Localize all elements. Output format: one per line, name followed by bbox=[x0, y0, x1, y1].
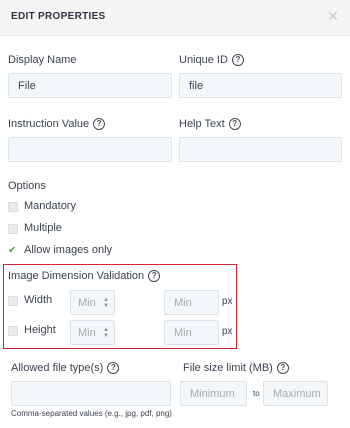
mandatory-label[interactable]: Mandatory bbox=[24, 200, 76, 212]
allowed-file-types-hint: Comma-separated values (e.g., jpg, pdf, … bbox=[11, 409, 172, 418]
height-value-input[interactable]: Min bbox=[164, 320, 219, 345]
width-select-value: Min bbox=[78, 296, 96, 309]
instruction-value-label-text: Instruction Value bbox=[8, 118, 90, 130]
width-min-select[interactable]: Min ▲ ▼ bbox=[70, 290, 115, 315]
allowed-file-types-input[interactable] bbox=[11, 381, 171, 406]
height-unit: px bbox=[222, 326, 233, 337]
height-checkbox[interactable] bbox=[8, 326, 18, 336]
spinner-arrows-icon: ▲ ▼ bbox=[103, 297, 109, 309]
help-icon[interactable]: ? bbox=[93, 118, 106, 130]
dialog-header: EDIT PROPERTIES ✕ bbox=[0, 0, 350, 36]
help-icon[interactable]: ? bbox=[231, 54, 244, 66]
display-name-label: Display Name bbox=[8, 54, 76, 66]
close-icon[interactable]: ✕ bbox=[327, 9, 339, 23]
unique-id-label: Unique ID ? bbox=[179, 54, 244, 66]
display-name-label-text: Display Name bbox=[8, 54, 77, 66]
image-dimension-heading: Image Dimension Validation ? bbox=[8, 270, 161, 282]
image-dimension-heading-text: Image Dimension Validation bbox=[8, 270, 145, 282]
help-icon[interactable]: ? bbox=[107, 362, 120, 374]
multiple-checkbox[interactable] bbox=[8, 224, 18, 234]
width-checkbox[interactable] bbox=[8, 296, 18, 306]
file-size-max-input[interactable]: Maximum bbox=[263, 381, 328, 406]
options-heading: Options bbox=[8, 180, 46, 192]
allowed-file-types-label-text: Allowed file type(s) bbox=[11, 362, 104, 374]
help-icon[interactable]: ? bbox=[228, 118, 241, 130]
file-size-limit-label: File size limit (MB) ? bbox=[183, 362, 289, 374]
width-value-input[interactable]: Min bbox=[164, 290, 219, 315]
file-size-min-input[interactable]: Minimum bbox=[180, 381, 247, 406]
help-text-label-text: Help Text bbox=[179, 118, 225, 130]
help-text-input[interactable] bbox=[179, 137, 342, 162]
width-label[interactable]: Width bbox=[24, 294, 52, 306]
file-size-separator: to bbox=[253, 389, 260, 398]
mandatory-checkbox[interactable] bbox=[8, 202, 18, 212]
height-select-value: Min bbox=[78, 326, 96, 339]
help-icon[interactable]: ? bbox=[148, 270, 161, 282]
allowed-file-types-label: Allowed file type(s) ? bbox=[11, 362, 120, 374]
allow-images-only-label[interactable]: Allow images only bbox=[24, 244, 112, 256]
help-text-label: Help Text ? bbox=[179, 118, 241, 130]
height-label[interactable]: Height bbox=[24, 324, 56, 336]
file-size-limit-label-text: File size limit (MB) bbox=[183, 362, 273, 374]
unique-id-input[interactable]: file bbox=[179, 73, 342, 98]
width-unit: px bbox=[222, 296, 233, 307]
instruction-value-label: Instruction Value ? bbox=[8, 118, 106, 130]
spinner-arrows-icon: ▲ ▼ bbox=[103, 327, 109, 339]
dialog-title: EDIT PROPERTIES bbox=[11, 11, 106, 22]
display-name-input[interactable]: File bbox=[8, 73, 172, 98]
unique-id-label-text: Unique ID bbox=[179, 54, 228, 66]
multiple-label[interactable]: Multiple bbox=[24, 222, 62, 234]
height-min-select[interactable]: Min ▲ ▼ bbox=[70, 320, 115, 345]
help-icon[interactable]: ? bbox=[276, 362, 289, 374]
checkmark-icon[interactable]: ✔ bbox=[8, 246, 16, 256]
instruction-value-input[interactable] bbox=[8, 137, 172, 162]
